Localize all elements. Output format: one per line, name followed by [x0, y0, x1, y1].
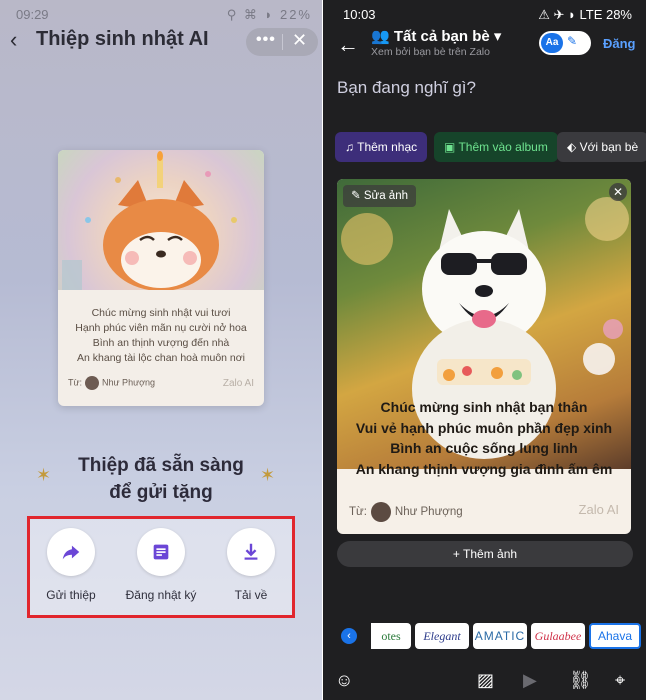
- audience-subtitle: Xem bởi bạn bè trên Zalo: [371, 46, 490, 58]
- tag-icon: ⬖: [567, 140, 580, 154]
- emoji-icon[interactable]: ☺: [335, 670, 353, 691]
- text-format-icon[interactable]: Aa: [541, 33, 563, 53]
- mini-app-controls: ••• ✕: [246, 28, 318, 56]
- edit-photo-button[interactable]: ✎ Sửa ảnh: [343, 185, 416, 207]
- chip-label: Thêm vào album: [458, 140, 548, 154]
- add-music-chip[interactable]: ♫ Thêm nhạc: [335, 132, 428, 162]
- chip-label: Với bạn bè: [579, 140, 639, 154]
- location-pin-icon[interactable]: ⌖: [615, 670, 625, 691]
- chip-label: Thêm nhạc: [357, 140, 418, 154]
- back-arrow-icon[interactable]: ←: [337, 32, 359, 58]
- avatar: [85, 376, 100, 390]
- audience-label: Tất cả bạn bè: [393, 28, 490, 45]
- card-poem-line: Chúc mừng sinh nhật vui tươi: [91, 307, 231, 319]
- attached-card-image[interactable]: ✎ Sửa ảnh ✕ Chúc mừng sinh nhật bạn thân…: [337, 179, 631, 534]
- pen-icon[interactable]: ✎: [567, 34, 577, 48]
- album-icon: ▣: [444, 140, 459, 154]
- birthday-card-panel: 09:29 ⚲ ⌘ ◗ 22% ‹ Thiệp sinh nhật AI •••…: [0, 0, 322, 700]
- compose-toolbar: ☺ ▨ ▶ ⛓ ⌖: [323, 662, 646, 700]
- add-album-chip[interactable]: ▣ Thêm vào album: [434, 132, 558, 162]
- card-poem: Chúc mừng sinh nhật vui tươi Hạnh phúc v…: [58, 306, 264, 366]
- add-photo-button[interactable]: + Thêm ảnh: [337, 541, 633, 567]
- with-friends-chip[interactable]: ⬖ Với bạn bè: [557, 132, 646, 162]
- chevron-down-icon: ▾: [493, 28, 502, 45]
- action-label: Gửi thiệp: [46, 588, 96, 602]
- download-icon: [227, 528, 275, 576]
- from-label: Từ:: [68, 377, 83, 388]
- ready-heading: Thiệp đã sẵn sàng để gửi tặng: [0, 452, 322, 506]
- video-icon[interactable]: ▶: [523, 670, 537, 691]
- ready-line: để gửi tặng: [109, 482, 213, 503]
- compose-post-panel: 10:03 ⚠ ✈ ◗ LTE 28% ← 👥 Tất cả bạn bè ▾ …: [323, 0, 646, 700]
- photo-poem-line: Vui vẻ hạnh phúc muôn phần đẹp xinh: [355, 419, 613, 436]
- photo-sender: Từ: Như Phượng: [349, 502, 463, 522]
- fox-illustration: [58, 150, 264, 291]
- post-input[interactable]: Bạn đang nghĩ gì?: [337, 78, 476, 98]
- post-button[interactable]: Đăng: [603, 36, 636, 51]
- status-time: 10:03: [343, 7, 376, 22]
- font-option[interactable]: otes: [371, 623, 411, 649]
- ready-line: Thiệp đã sẵn sàng: [78, 455, 244, 476]
- text-style-toggle[interactable]: Aa ✎: [539, 31, 591, 55]
- font-option[interactable]: Gulaabee: [531, 623, 585, 649]
- link-icon[interactable]: ⛓: [569, 670, 592, 691]
- close-icon[interactable]: ✕: [292, 30, 307, 51]
- card-poem-line: An khang tài lộc chan hoà muôn nơi: [77, 352, 245, 364]
- card-poem-line: Hạnh phúc viên mãn nụ cười nở hoa: [75, 322, 247, 334]
- fox-illustration-svg: [62, 151, 237, 291]
- post-diary-icon: [137, 528, 185, 576]
- font-option[interactable]: AMATIC: [473, 623, 527, 649]
- send-card-button[interactable]: Gửi thiệp: [26, 528, 116, 602]
- audience-selector[interactable]: 👥 Tất cả bạn bè ▾: [371, 27, 501, 45]
- photo-poem: Chúc mừng sinh nhật bạn thân Vui vẻ hạnh…: [337, 397, 631, 479]
- font-picker: ‹ otes Elegant AMATIC Gulaabee Ahava: [323, 620, 646, 652]
- photo-poem-line: Bình an cuộc sống lung linh: [390, 440, 578, 456]
- chevron-left-icon[interactable]: ‹: [341, 628, 357, 644]
- status-icons: ⚠ ✈ ◗ LTE 28%: [538, 7, 632, 22]
- edit-label: Sửa ảnh: [363, 190, 408, 202]
- birthday-card-preview: Chúc mừng sinh nhật vui tươi Hạnh phúc v…: [58, 150, 264, 406]
- action-label: Tải về: [234, 588, 268, 602]
- from-label: Từ:: [349, 506, 367, 519]
- photo-poem-line: An khang thịnh vượng gia đình ấm êm: [355, 460, 613, 477]
- avatar: [370, 502, 391, 522]
- pencil-icon: ✎: [351, 190, 364, 202]
- divider: [282, 34, 283, 50]
- more-icon[interactable]: •••: [256, 31, 278, 49]
- card-sender: Từ: Như Phượng: [68, 376, 155, 390]
- font-option[interactable]: Elegant: [415, 623, 469, 649]
- author-name: Như Phượng: [394, 506, 463, 519]
- brand-watermark: Zalo AI: [222, 378, 254, 389]
- brand-watermark: Zalo AI: [578, 502, 619, 517]
- remove-photo-icon[interactable]: ✕: [609, 183, 627, 201]
- status-time: 09:29: [16, 7, 49, 22]
- photo-poem-line: Chúc mừng sinh nhật bạn thân: [380, 399, 588, 415]
- status-bar-right: 10:03 ⚠ ✈ ◗ LTE 28%: [323, 0, 646, 28]
- download-button[interactable]: Tải về: [206, 528, 296, 602]
- app-bar-left: ‹ Thiệp sinh nhật AI ••• ✕: [0, 24, 322, 60]
- friends-icon: 👥: [371, 28, 390, 45]
- action-label: Đăng nhật ký: [125, 588, 197, 602]
- card-poem-line: Bình an thịnh vượng đến nhà: [92, 337, 230, 349]
- status-icons: ⚲ ⌘ ◗ 22%: [226, 7, 312, 22]
- page-title: Thiệp sinh nhật AI: [36, 28, 209, 50]
- post-diary-button[interactable]: Đăng nhật ký: [116, 528, 206, 602]
- share-arrow-icon: [47, 528, 95, 576]
- music-icon: ♫: [345, 140, 358, 154]
- back-arrow-icon[interactable]: ‹: [10, 29, 30, 51]
- author-name: Như Phượng: [102, 377, 156, 388]
- image-icon[interactable]: ▨: [477, 670, 494, 691]
- font-option-selected[interactable]: Ahava: [589, 623, 641, 649]
